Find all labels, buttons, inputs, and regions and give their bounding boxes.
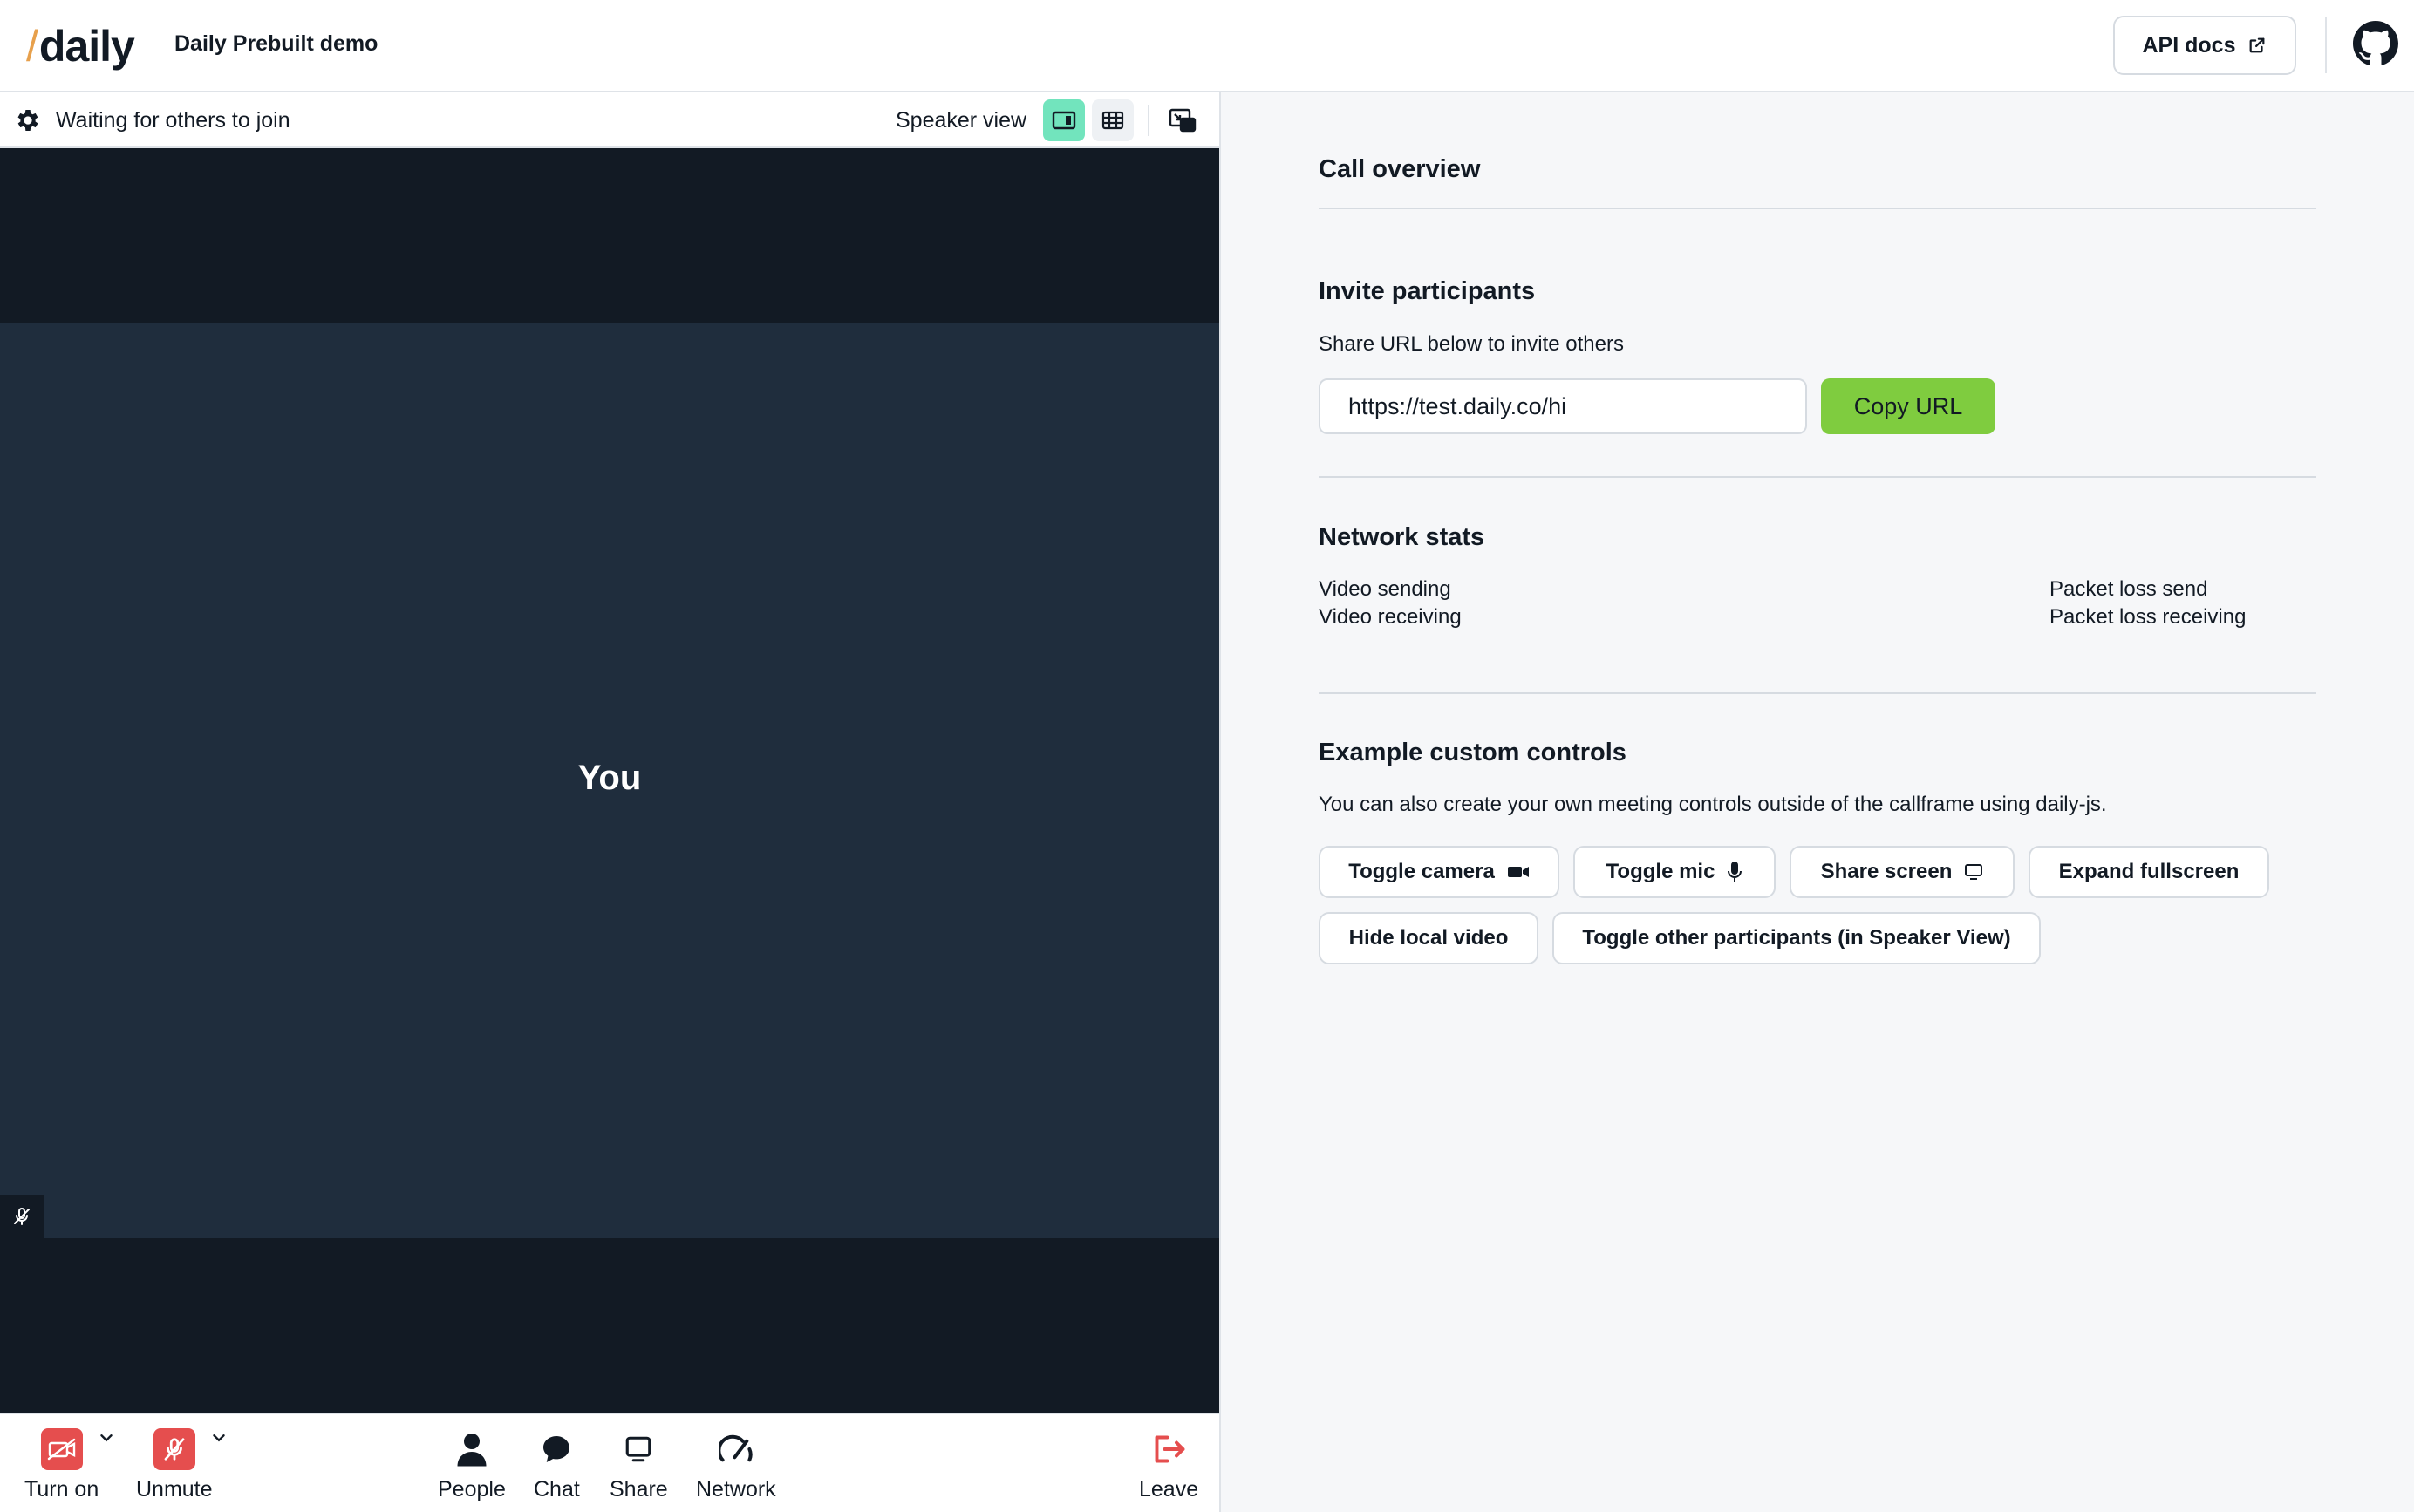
app-header: / daily Daily Prebuilt demo API docs — [0, 0, 2414, 92]
chat-button[interactable]: Chat — [534, 1425, 580, 1502]
leave-button-label: Leave — [1139, 1477, 1199, 1502]
grid-view-button[interactable] — [1092, 99, 1134, 141]
video-receiving-label: Video receiving — [1319, 605, 1462, 629]
section-divider — [1319, 208, 2316, 209]
speedometer-icon — [718, 1434, 753, 1462]
share-screen-button[interactable]: Share screen — [1790, 846, 2015, 898]
participant-name: You — [577, 759, 642, 797]
api-docs-button[interactable]: API docs — [2113, 16, 2296, 75]
custom-controls-title: Example custom controls — [1319, 739, 1626, 766]
chevron-down-icon[interactable] — [209, 1428, 228, 1447]
invite-description: Share URL below to invite others — [1319, 332, 1624, 356]
hide-local-video-button[interactable]: Hide local video — [1319, 912, 1538, 964]
section-divider — [1319, 692, 2316, 694]
settings-gear-icon[interactable] — [14, 106, 42, 134]
local-video-tile[interactable]: You — [0, 323, 1219, 1238]
picture-in-picture-icon — [1169, 108, 1197, 133]
network-button[interactable]: Network — [696, 1425, 776, 1502]
topbar-divider — [1148, 105, 1149, 136]
invite-title: Invite participants — [1319, 277, 1536, 305]
mic-off-icon — [14, 1208, 30, 1225]
people-button[interactable]: People — [438, 1425, 506, 1502]
mic-toggle-button[interactable]: Unmute — [136, 1425, 225, 1502]
people-button-label: People — [438, 1477, 506, 1502]
person-icon — [457, 1434, 487, 1467]
camera-off-icon — [40, 1428, 83, 1470]
toggle-camera-button[interactable]: Toggle camera — [1319, 846, 1559, 898]
camera-toggle-button[interactable]: Turn on — [24, 1425, 113, 1502]
share-button[interactable]: Share — [610, 1425, 668, 1502]
page-title: Daily Prebuilt demo — [174, 31, 378, 56]
share-button-label: Share — [610, 1477, 668, 1502]
video-letterbox-top — [0, 148, 1219, 323]
chat-button-label: Chat — [534, 1477, 580, 1502]
network-stats-title: Network stats — [1319, 523, 1485, 551]
mic-off-icon — [153, 1428, 195, 1470]
toggle-other-participants-button[interactable]: Toggle other participants (in Speaker Vi… — [1552, 912, 2041, 964]
screen-share-icon — [626, 1436, 651, 1462]
video-camera-icon — [1507, 867, 1529, 877]
call-topbar: Waiting for others to join Speaker view — [0, 92, 1219, 148]
call-tray: Turn on Unmute People Chat Share Network… — [0, 1413, 1219, 1512]
picture-in-picture-button[interactable] — [1162, 99, 1204, 141]
leave-exit-icon — [1155, 1435, 1185, 1463]
network-button-label: Network — [696, 1477, 776, 1502]
call-overview-panel: Call overview Invite participants Share … — [1219, 92, 2414, 1512]
call-overview-title: Call overview — [1319, 155, 1481, 183]
camera-button-label: Turn on — [24, 1477, 99, 1502]
leave-button[interactable]: Leave — [1139, 1425, 1198, 1502]
microphone-icon — [1728, 862, 1742, 882]
mic-button-label: Unmute — [136, 1477, 213, 1502]
header-divider — [2325, 17, 2327, 73]
copy-url-button[interactable]: Copy URL — [1821, 378, 1995, 434]
video-letterbox-bottom — [0, 1238, 1219, 1413]
mic-muted-badge — [0, 1195, 44, 1238]
custom-controls-description: You can also create your own meeting con… — [1319, 793, 2107, 816]
speaker-view-icon — [1052, 111, 1076, 130]
toggle-mic-button[interactable]: Toggle mic — [1573, 846, 1776, 898]
packet-loss-receiving-label: Packet loss receiving — [2049, 605, 2247, 629]
expand-fullscreen-button[interactable]: Expand fullscreen — [2029, 846, 2269, 898]
api-docs-label: API docs — [2142, 32, 2236, 58]
daily-logo[interactable]: / daily — [26, 19, 135, 72]
monitor-icon — [1965, 864, 1983, 880]
call-status-text: Waiting for others to join — [56, 108, 290, 133]
github-icon[interactable] — [2353, 21, 2398, 66]
speaker-view-button[interactable] — [1043, 99, 1085, 141]
chat-bubble-icon — [543, 1436, 570, 1462]
external-link-icon — [2250, 37, 2265, 53]
packet-loss-send-label: Packet loss send — [2049, 577, 2208, 601]
video-sending-label: Video sending — [1319, 577, 1451, 601]
invite-url-input[interactable] — [1319, 378, 1807, 434]
section-divider — [1319, 476, 2316, 478]
grid-view-icon — [1101, 111, 1124, 130]
call-frame: Waiting for others to join Speaker view … — [0, 92, 1219, 1512]
view-mode-label: Speaker view — [896, 108, 1027, 133]
chevron-down-icon[interactable] — [97, 1428, 116, 1447]
